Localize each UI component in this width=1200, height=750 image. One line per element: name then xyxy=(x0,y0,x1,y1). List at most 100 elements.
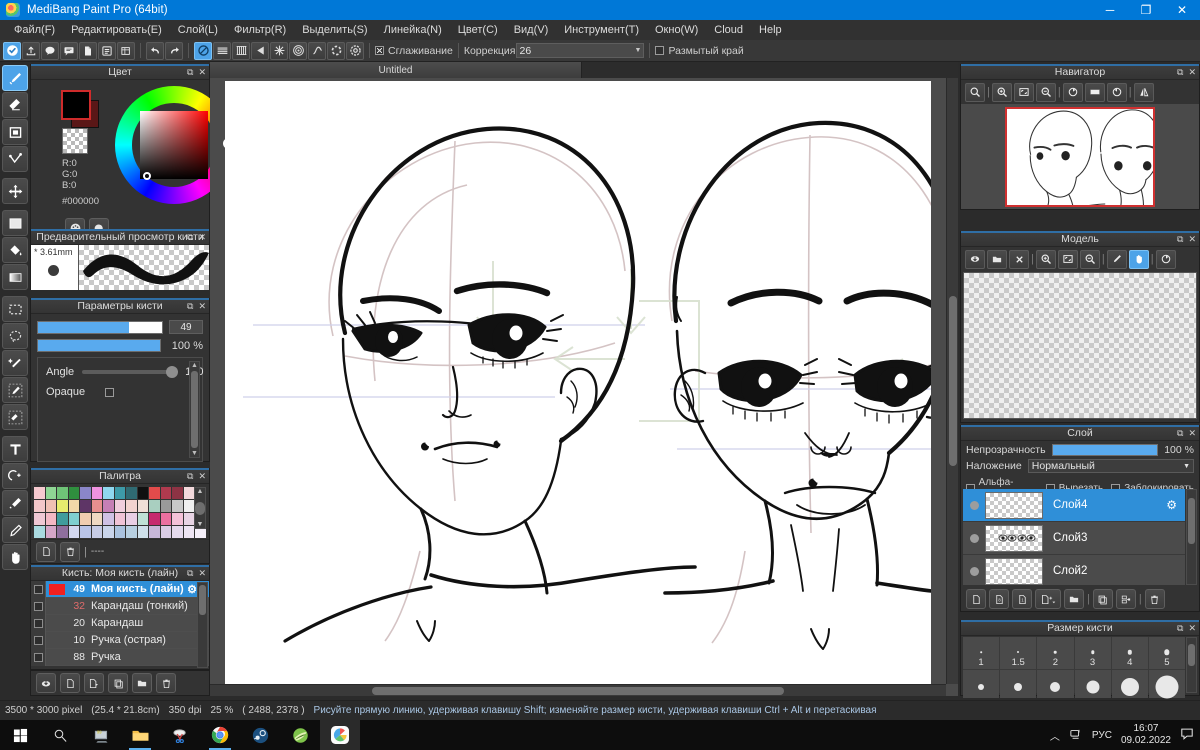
flip-icon[interactable] xyxy=(1084,82,1105,102)
mirror-icon[interactable] xyxy=(1133,82,1154,102)
clock[interactable]: 16:07 09.02.2022 xyxy=(1121,723,1171,747)
palette-swatch[interactable] xyxy=(34,513,45,525)
palette-swatch[interactable] xyxy=(80,500,91,512)
saturation-marker[interactable] xyxy=(143,172,151,180)
chrome[interactable] xyxy=(200,720,240,750)
palette-swatch[interactable] xyxy=(91,500,102,512)
hue-marker[interactable] xyxy=(223,138,234,149)
close-icon[interactable]: ✕ xyxy=(1188,67,1196,78)
menu-layer[interactable]: Слой(L) xyxy=(170,20,226,40)
snipping-tool[interactable] xyxy=(160,720,200,750)
menu-color[interactable]: Цвет(C) xyxy=(450,20,506,40)
palette-swatch[interactable] xyxy=(68,513,79,525)
palette-swatch[interactable] xyxy=(137,500,148,512)
palette-swatch[interactable] xyxy=(114,487,125,499)
palette-swatch[interactable] xyxy=(172,526,183,538)
add-layer-menu-icon[interactable] xyxy=(1035,589,1061,609)
color-square[interactable] xyxy=(140,111,208,179)
palette-swatch[interactable] xyxy=(149,487,160,499)
scroll-thumb[interactable] xyxy=(199,585,206,615)
float-icon[interactable]: ⧉ xyxy=(187,301,193,312)
palette-swatch[interactable] xyxy=(183,513,194,525)
divide-tool[interactable] xyxy=(2,463,28,489)
no-ruler-icon[interactable] xyxy=(194,41,212,60)
brush-size-slider[interactable] xyxy=(37,320,163,334)
brush-size-grid[interactable]: 1 1.5 2 3 4 5 xyxy=(963,637,1185,699)
palette-swatch[interactable] xyxy=(57,513,68,525)
scroll-thumb[interactable] xyxy=(1188,498,1195,544)
brush-size-cell[interactable]: 2 xyxy=(1037,637,1074,669)
brush-size-cell[interactable] xyxy=(1000,670,1037,698)
float-icon[interactable]: ⧉ xyxy=(1177,67,1183,78)
palette-swatch[interactable] xyxy=(160,500,171,512)
search-button[interactable] xyxy=(40,720,80,750)
scroll-thumb[interactable] xyxy=(195,501,205,515)
add-8bit-layer-icon[interactable]: 8 xyxy=(989,589,1009,609)
pen-icon[interactable] xyxy=(1106,249,1127,269)
close-icon[interactable]: ✕ xyxy=(1188,623,1196,634)
symmetry-icon[interactable] xyxy=(327,41,345,60)
menu-view[interactable]: Вид(V) xyxy=(506,20,557,40)
scroll-thumb[interactable] xyxy=(949,296,957,466)
medibang[interactable] xyxy=(320,720,360,750)
menu-select[interactable]: Выделить(S) xyxy=(294,20,375,40)
palette-swatch[interactable] xyxy=(68,526,79,538)
brush-enable-checkbox[interactable] xyxy=(31,648,46,666)
select-brush-tool[interactable] xyxy=(2,377,28,403)
palette-swatch[interactable] xyxy=(183,526,194,538)
close-button[interactable]: ✕ xyxy=(1164,0,1200,20)
scroll-up-icon[interactable]: ▲ xyxy=(197,488,204,495)
gradient-tool[interactable] xyxy=(2,264,28,290)
palette-swatch[interactable] xyxy=(126,500,137,512)
operation-tool[interactable] xyxy=(2,517,28,543)
palette-swatch[interactable] xyxy=(172,500,183,512)
canvas-viewport[interactable] xyxy=(210,78,946,684)
duplicate-icon[interactable] xyxy=(108,673,128,693)
shape-tool[interactable] xyxy=(2,119,28,145)
brush-list[interactable]: 49 Моя кисть (лайн) ⚙ 32 Карандаш (тонкий) 20… xyxy=(31,581,209,669)
menu-filter[interactable]: Фильтр(R) xyxy=(226,20,294,40)
palette-swatch[interactable] xyxy=(137,487,148,499)
cloud-check-icon[interactable] xyxy=(3,41,21,60)
palette-swatch[interactable] xyxy=(114,513,125,525)
scroll-thumb[interactable] xyxy=(371,687,785,695)
float-icon[interactable]: ⧉ xyxy=(187,67,193,78)
palette-swatch[interactable] xyxy=(45,526,56,538)
fit-screen-icon[interactable] xyxy=(1013,82,1034,102)
bucket-tool[interactable] xyxy=(2,237,28,263)
menu-file[interactable]: Файл(F) xyxy=(6,20,63,40)
scroll-thumb[interactable] xyxy=(191,371,198,448)
fit-icon[interactable] xyxy=(1057,249,1078,269)
brush-size-cell[interactable]: 1.5 xyxy=(1000,637,1037,669)
lasso-tool[interactable] xyxy=(2,323,28,349)
brush-enable-checkbox[interactable] xyxy=(31,581,46,598)
gear-icon[interactable] xyxy=(346,41,364,60)
new-page-icon[interactable] xyxy=(79,41,97,60)
scroll-up-icon[interactable]: ▲ xyxy=(191,362,198,369)
brush-size-cell[interactable] xyxy=(1148,670,1185,699)
delete-palette-icon[interactable] xyxy=(60,541,80,562)
brush-enable-checkbox[interactable] xyxy=(31,631,46,649)
brush-tool[interactable] xyxy=(2,65,28,91)
close-icon[interactable]: ✕ xyxy=(198,67,206,78)
palette-swatch[interactable] xyxy=(57,500,68,512)
perspective-grid-icon[interactable] xyxy=(232,41,250,60)
palette-swatch[interactable] xyxy=(183,500,194,512)
page-list-icon[interactable] xyxy=(98,41,116,60)
file-explorer[interactable] xyxy=(120,720,160,750)
angle-knob[interactable] xyxy=(166,366,179,378)
grid-edit-icon[interactable] xyxy=(117,41,135,60)
palette-swatch[interactable] xyxy=(34,487,45,499)
palette-swatch[interactable] xyxy=(103,500,114,512)
radial-lines-icon[interactable] xyxy=(270,41,288,60)
palette-swatch[interactable] xyxy=(68,487,79,499)
float-icon[interactable]: ⧉ xyxy=(187,232,193,243)
polyline-tool[interactable] xyxy=(2,146,28,172)
cloud-upload-icon[interactable] xyxy=(36,673,56,693)
move-tool[interactable] xyxy=(2,178,28,204)
brush-opacity-slider[interactable] xyxy=(37,339,161,352)
upload-icon[interactable] xyxy=(22,41,40,60)
foreground-color-swatch[interactable] xyxy=(61,90,91,120)
palette-swatch[interactable] xyxy=(160,487,171,499)
zoom-out-icon[interactable] xyxy=(1035,82,1056,102)
